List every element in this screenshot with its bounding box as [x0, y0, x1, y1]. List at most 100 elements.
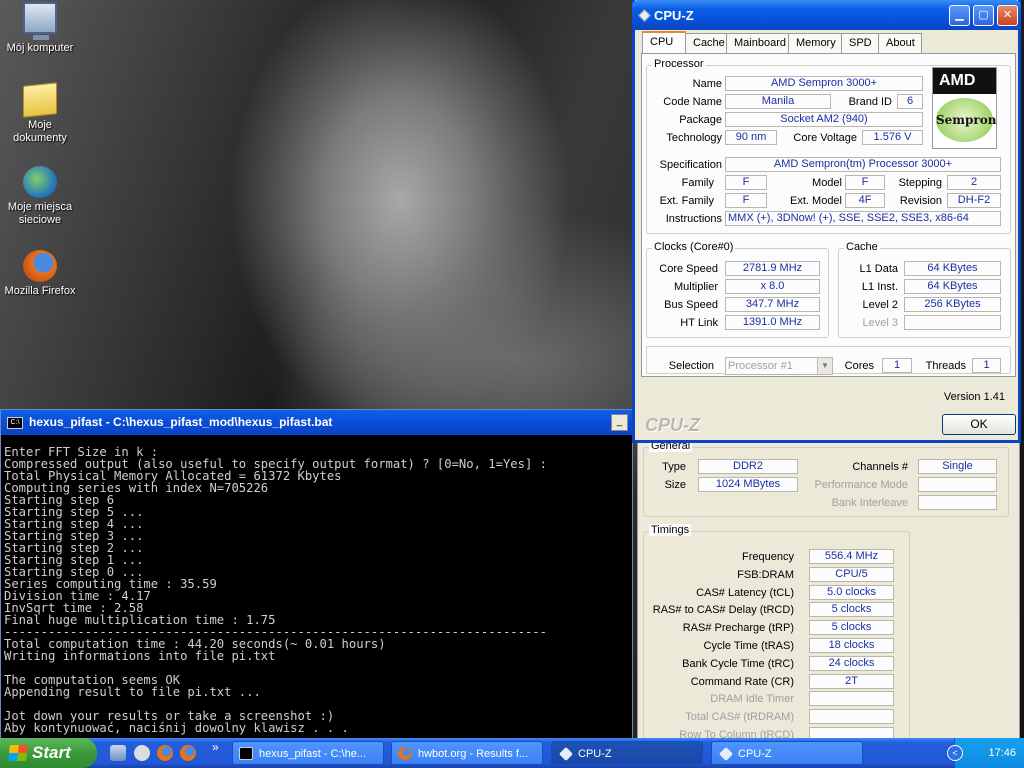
bus-speed-value: 347.7 MHz — [725, 297, 820, 312]
computer-icon — [23, 2, 57, 40]
cpuz-brand-text: CPU-Z — [645, 415, 700, 435]
package-label: Package — [679, 114, 722, 126]
tab-about[interactable]: About — [878, 33, 922, 53]
clock[interactable]: 17:46 — [988, 747, 1016, 759]
processor-select[interactable]: Processor #1 ▼ — [725, 357, 833, 375]
level3-value — [904, 315, 1001, 330]
desktop-icon-network-places[interactable]: Moje miejsca sieciowe — [0, 166, 80, 227]
cpuz-window[interactable]: CPU-Z ▁ ▢ ✕ CPU Cache Mainboard Memory S… — [632, 0, 1021, 443]
multiplier-label: Multiplier — [673, 281, 718, 293]
folder-icon — [23, 82, 57, 118]
brandid-value: 6 — [897, 94, 923, 109]
timing-value — [809, 691, 894, 707]
bus-speed-label: Bus Speed — [664, 299, 718, 311]
show-desktop-icon[interactable] — [110, 745, 126, 761]
console-output: Enter FFT Size in k : Compressed output … — [4, 446, 547, 735]
tab-mainboard[interactable]: Mainboard — [726, 33, 789, 53]
timing-label: RAS# to CAS# Delay (tRCD) — [652, 604, 794, 617]
name-value: AMD Sempron 3000+ — [725, 76, 923, 91]
timing-label: DRAM Idle Timer — [710, 693, 794, 706]
timing-value: CPU/5 — [809, 566, 894, 582]
tab-spd[interactable]: SPD — [841, 33, 879, 53]
console-titlebar[interactable]: C:\ hexus_pifast - C:\hexus_pifast_mod\h… — [1, 410, 632, 435]
revision-value: DH-F2 — [947, 193, 1001, 208]
desktop-icon-my-documents[interactable]: Moje dokumenty — [0, 82, 80, 145]
console-window[interactable]: C:\ hexus_pifast - C:\hexus_pifast_mod\h… — [0, 409, 633, 742]
revision-label: Revision — [899, 195, 942, 207]
model-label: Model — [812, 177, 842, 189]
family-value: F — [725, 175, 767, 190]
chevron-down-icon: ▼ — [817, 358, 832, 374]
cores-label: Cores — [844, 360, 874, 372]
specification-label: Specification — [659, 159, 722, 171]
tab-memory[interactable]: Memory — [788, 33, 842, 53]
firefox-icon — [23, 250, 57, 282]
tab-cpu[interactable]: CPU — [642, 31, 686, 53]
version-label: Version 1.41 — [943, 391, 1005, 403]
cpu-tab-panel: Processor Name AMD Sempron 3000+ Code Na… — [641, 53, 1016, 377]
minimize-button[interactable]: _ — [611, 414, 628, 431]
timing-label: CAS# Latency (tCL) — [696, 586, 794, 599]
taskbar-item-label: CPU-Z — [578, 748, 612, 760]
core-speed-value: 2781.9 MHz — [725, 261, 820, 276]
taskbar-item-cpuz-2[interactable]: CPU-Z — [711, 741, 863, 765]
stepping-label: Stepping — [898, 177, 942, 189]
name-label: Name — [692, 78, 722, 90]
cpuz-memory-window[interactable]: General Type DDR2 Size 1024 MBytes Chann… — [637, 436, 1020, 742]
amd-logo-text: AMD — [933, 68, 996, 94]
app-icon[interactable] — [134, 745, 150, 761]
voltage-value: 1.576 V — [862, 130, 923, 145]
group-title: Cache — [844, 241, 880, 253]
start-button[interactable]: Start — [0, 738, 97, 768]
desktop-icon-my-computer[interactable]: Mój komputer — [0, 2, 80, 55]
taskbar-item-console[interactable]: hexus_pifast - C:\he... — [232, 741, 384, 765]
group-title: Timings — [649, 524, 692, 536]
timing-value: 24 clocks — [809, 655, 894, 671]
taskbar-item-cpuz-1[interactable]: CPU-Z — [551, 741, 703, 765]
codename-value: Manila — [725, 94, 831, 109]
multiplier-value: x 8.0 — [725, 279, 820, 294]
selection-label: Selection — [668, 360, 714, 372]
codename-label: Code Name — [663, 96, 722, 108]
threads-label: Threads — [925, 360, 966, 372]
core-speed-label: Core Speed — [659, 263, 718, 275]
taskbar-item-firefox[interactable]: hwbot.org - Results f... — [391, 741, 543, 765]
console-title: hexus_pifast - C:\hexus_pifast_mod\hexus… — [29, 415, 333, 429]
bank-interleave-value — [918, 495, 997, 510]
start-label: Start — [32, 743, 71, 762]
timing-label: Bank Cycle Time (tRC) — [682, 657, 794, 670]
channels-value: Single — [918, 459, 997, 474]
channels-label: Channels # — [852, 461, 908, 473]
ext-model-label: Ext. Model — [790, 195, 842, 207]
desktop-icon-firefox[interactable]: Mozilla Firefox — [0, 250, 80, 298]
ok-button[interactable]: OK — [942, 414, 1016, 435]
chevron-left-icon[interactable]: < — [947, 745, 963, 761]
technology-value: 90 nm — [725, 130, 777, 145]
maximize-button[interactable]: ▢ — [973, 5, 994, 26]
firefox-icon[interactable] — [157, 745, 173, 761]
ext-model-value: 4F — [845, 193, 885, 208]
cpuz-icon — [558, 746, 574, 762]
package-value: Socket AM2 (940) — [725, 112, 923, 127]
desktop-icon-label: Mój komputer — [6, 42, 74, 54]
timing-label: RAS# Precharge (tRP) — [682, 622, 794, 635]
desktop-icon-label: Moje dokumenty — [13, 119, 67, 144]
browser-icon[interactable] — [180, 745, 196, 761]
close-button[interactable]: ✕ — [997, 5, 1018, 26]
timing-value — [809, 709, 894, 725]
quicklaunch-more-icon[interactable]: » — [212, 740, 219, 754]
tab-cache[interactable]: Cache — [685, 33, 727, 53]
minimize-button[interactable]: ▁ — [949, 5, 970, 26]
timing-value: 556.4 MHz — [809, 549, 894, 564]
ext-family-value: F — [725, 193, 767, 208]
size-value: 1024 MBytes — [698, 477, 798, 492]
timing-label: Command Rate (CR) — [690, 675, 794, 688]
cores-value: 1 — [882, 358, 912, 373]
group-title: Processor — [652, 58, 706, 70]
type-label: Type — [662, 461, 686, 473]
instructions-value: MMX (+), 3DNow! (+), SSE, SSE2, SSE3, x8… — [725, 211, 1001, 226]
desktop-icon-label: Mozilla Firefox — [4, 285, 76, 297]
level2-value: 256 KBytes — [904, 297, 1001, 312]
model-value: F — [845, 175, 885, 190]
tab-bar: CPU Cache Mainboard Memory SPD About — [642, 31, 922, 53]
